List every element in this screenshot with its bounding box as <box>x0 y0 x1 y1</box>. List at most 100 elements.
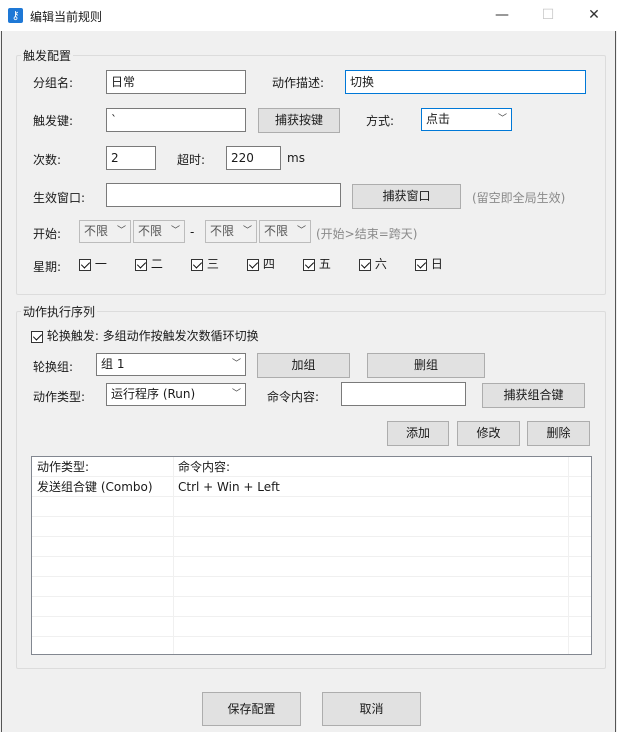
action-type-label: 动作类型: <box>33 390 86 404</box>
command-label: 命令内容: <box>267 390 320 404</box>
table-row[interactable]: 发送组合键 (Combo) Ctrl + Win + Left <box>32 477 591 497</box>
action-type-value: 运行程序 (Run) <box>111 387 196 401</box>
checkbox-checked-icon <box>79 258 91 271</box>
day-checkbox-tue[interactable]: 二 <box>135 255 163 272</box>
mode-label: 方式: <box>366 114 395 128</box>
chevron-down-icon: ﹀ <box>497 114 507 124</box>
key-icon: ⚷ <box>8 8 23 23</box>
chevron-down-icon: ﹀ <box>296 226 306 236</box>
capture-combo-button[interactable]: 捕获组合键 <box>482 383 585 408</box>
empty-row <box>32 597 591 617</box>
window-title: 编辑当前规则 <box>30 10 103 24</box>
checkbox-checked-icon <box>191 258 203 271</box>
title-bar: ⚷ 编辑当前规则 — ☐ ✕ <box>0 0 617 31</box>
empty-row <box>32 617 591 637</box>
rotate-checkbox[interactable]: 轮换触发: 多组动作按触发次数循环切换 <box>31 327 259 344</box>
day-label: 二 <box>150 257 163 271</box>
delete-group-button[interactable]: 删组 <box>367 353 485 378</box>
checkbox-checked-icon <box>31 330 43 343</box>
start-minute-value: 不限 <box>138 224 163 238</box>
add-group-button[interactable]: 加组 <box>257 353 350 378</box>
day-label: 六 <box>374 257 387 271</box>
day-label: 五 <box>318 257 331 271</box>
checkbox-checked-icon <box>359 258 371 271</box>
rotate-checkbox-label: 轮换触发: 多组动作按触发次数循环切换 <box>46 329 259 343</box>
empty-row <box>32 537 591 557</box>
empty-row <box>32 557 591 577</box>
checkbox-checked-icon <box>247 258 259 271</box>
empty-row <box>32 497 591 517</box>
day-checkbox-wed[interactable]: 三 <box>191 255 219 272</box>
chevron-down-icon: ﹀ <box>231 389 241 399</box>
group-name-label: 分组名: <box>33 76 74 90</box>
rotate-group-select[interactable]: 组 1 ﹀ <box>96 353 246 376</box>
start-label: 开始: <box>33 227 62 241</box>
mode-select-value: 点击 <box>426 112 451 126</box>
window-hint: (留空即全局生效) <box>472 191 566 205</box>
row-command-cell: Ctrl + Win + Left <box>178 480 280 494</box>
save-button[interactable]: 保存配置 <box>202 692 301 726</box>
trigger-key-input[interactable]: ` <box>106 108 246 132</box>
day-label: 四 <box>262 257 275 271</box>
window-label: 生效窗口: <box>33 191 86 205</box>
end-minute-value: 不限 <box>264 224 289 238</box>
start-minute-select[interactable]: 不限 ﹀ <box>133 220 185 243</box>
row-type-cell: 发送组合键 (Combo) <box>37 480 153 494</box>
empty-row <box>32 517 591 537</box>
column-header-type[interactable]: 动作类型: <box>32 457 89 477</box>
checkbox-checked-icon <box>303 258 315 271</box>
action-desc-input[interactable]: 切换 <box>345 70 586 94</box>
group-name-input[interactable]: 日常 <box>106 70 246 94</box>
timeout-unit: ms <box>287 151 305 165</box>
action-list[interactable]: 动作类型: 命令内容: 发送组合键 (Combo) Ctrl + Win + L… <box>31 456 592 655</box>
minimize-button[interactable]: — <box>479 0 525 31</box>
rotate-group-label: 轮换组: <box>33 360 74 374</box>
empty-row <box>32 577 591 597</box>
delete-button[interactable]: 删除 <box>527 421 590 446</box>
checkbox-checked-icon <box>135 258 147 271</box>
end-hour-value: 不限 <box>210 224 235 238</box>
timeout-input[interactable]: 220 <box>226 146 281 170</box>
start-hour-select[interactable]: 不限 ﹀ <box>79 220 131 243</box>
count-input[interactable]: 2 <box>106 146 156 170</box>
timeout-label: 超时: <box>177 153 206 167</box>
add-button[interactable]: 添加 <box>387 421 449 446</box>
day-checkbox-fri[interactable]: 五 <box>303 255 331 272</box>
chevron-down-icon: ﹀ <box>231 359 241 369</box>
capture-key-button[interactable]: 捕获按键 <box>258 108 340 133</box>
range-hint: (开始>结束=跨天) <box>316 227 418 241</box>
chevron-down-icon: ﹀ <box>116 226 126 236</box>
day-label: 三 <box>206 257 219 271</box>
end-minute-select[interactable]: 不限 ﹀ <box>259 220 311 243</box>
modify-button[interactable]: 修改 <box>457 421 520 446</box>
window-input[interactable] <box>106 183 341 207</box>
trigger-key-label: 触发键: <box>33 114 74 128</box>
command-input[interactable] <box>341 382 466 406</box>
checkbox-checked-icon <box>415 258 427 271</box>
capture-window-button[interactable]: 捕获窗口 <box>352 184 461 209</box>
day-checkbox-mon[interactable]: 一 <box>79 255 107 272</box>
day-label: 日 <box>430 257 443 271</box>
day-checkbox-thu[interactable]: 四 <box>247 255 275 272</box>
chevron-down-icon: ﹀ <box>170 226 180 236</box>
cancel-button[interactable]: 取消 <box>322 692 421 726</box>
mode-select[interactable]: 点击 ﹀ <box>421 108 512 131</box>
close-button[interactable]: ✕ <box>571 0 617 31</box>
rotate-group-value: 组 1 <box>101 357 125 371</box>
column-header-command[interactable]: 命令内容: <box>173 457 230 477</box>
action-type-select[interactable]: 运行程序 (Run) ﹀ <box>106 383 246 406</box>
sequence-group-title: 动作执行序列 <box>21 303 98 320</box>
day-label: 一 <box>94 257 107 271</box>
action-desc-label: 动作描述: <box>272 76 325 90</box>
maximize-button[interactable]: ☐ <box>525 0 571 31</box>
start-hour-value: 不限 <box>84 224 109 238</box>
chevron-down-icon: ﹀ <box>242 226 252 236</box>
count-label: 次数: <box>33 153 62 167</box>
range-dash: - <box>190 225 195 239</box>
week-label: 星期: <box>33 260 62 274</box>
list-header: 动作类型: 命令内容: <box>32 457 591 477</box>
end-hour-select[interactable]: 不限 ﹀ <box>205 220 257 243</box>
trigger-group-title: 触发配置 <box>21 47 74 64</box>
day-checkbox-sat[interactable]: 六 <box>359 255 387 272</box>
day-checkbox-sun[interactable]: 日 <box>415 255 443 272</box>
